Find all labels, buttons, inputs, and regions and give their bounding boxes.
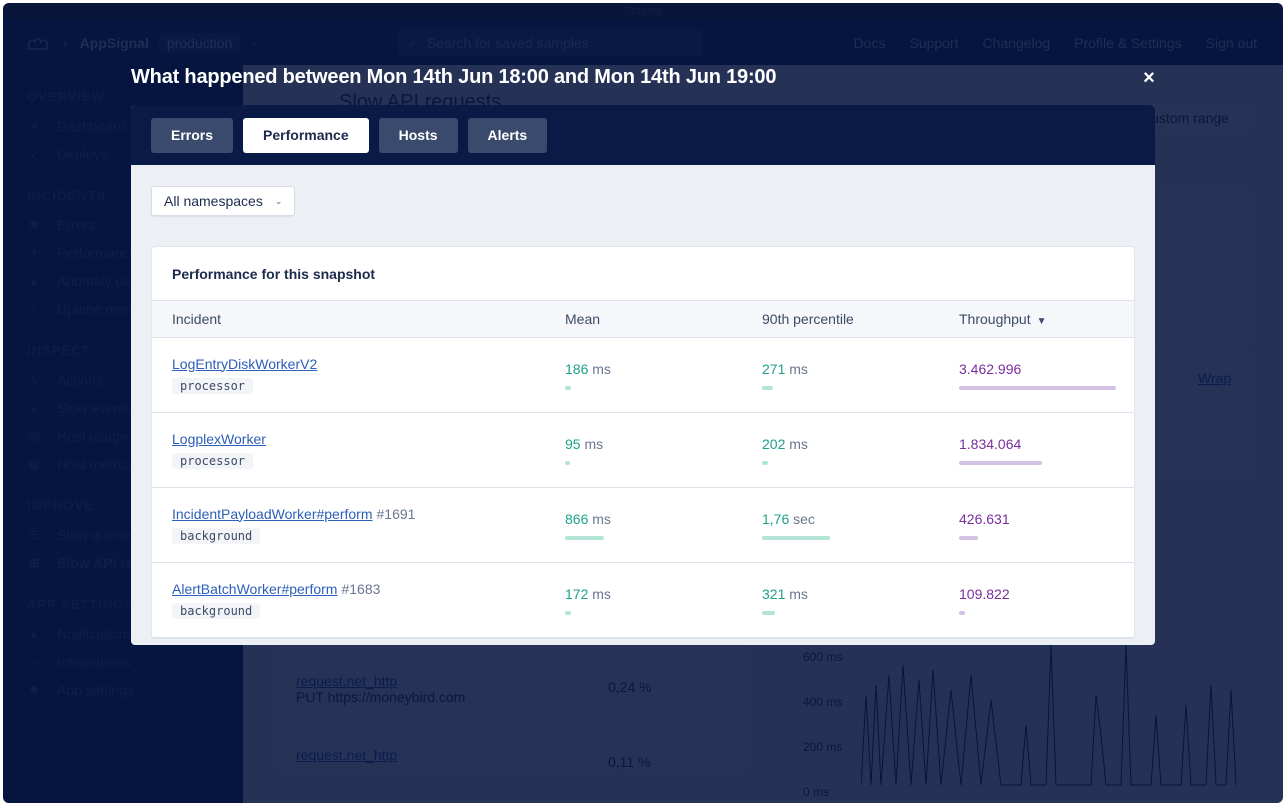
- table-row[interactable]: LogEntryDiskWorkerV2 processor 186 ms 271 m…: [152, 338, 1134, 413]
- throughput-value: 1.834.064: [959, 435, 1022, 452]
- mean-bar: [565, 460, 570, 465]
- namespace-tag: background: [172, 602, 261, 619]
- incident-number: #1691: [376, 505, 416, 522]
- column-mean[interactable]: Mean: [565, 311, 762, 327]
- throughput-bar-track: [959, 610, 1134, 615]
- mean-cell: 866 ms: [565, 511, 762, 540]
- p90-value: 271: [762, 360, 786, 377]
- table-row[interactable]: LogplexWorker processor 95 ms 202 ms 1.834.0…: [152, 413, 1134, 488]
- throughput-bar-track: [959, 460, 1134, 465]
- mean-unit: ms: [592, 585, 611, 602]
- throughput-bar: [959, 460, 1042, 465]
- table-row[interactable]: AlertBatchWorker#perform #1683 background 1…: [152, 563, 1134, 638]
- p90-bar: [762, 610, 775, 615]
- tab-errors[interactable]: Errors: [151, 117, 234, 153]
- tab-alerts[interactable]: Alerts: [467, 117, 548, 153]
- p90-bar-track: [762, 385, 959, 390]
- modal-tabs: Errors Performance Hosts Alerts: [131, 105, 1155, 165]
- mean-cell: 172 ms: [565, 586, 762, 615]
- p90-value: 202: [762, 435, 786, 452]
- column-p90[interactable]: 90th percentile: [762, 311, 959, 327]
- mean-bar: [565, 385, 571, 390]
- mean-cell: 95 ms: [565, 436, 762, 465]
- namespace-tag: processor: [172, 377, 254, 394]
- p90-cell: 202 ms: [762, 436, 959, 465]
- p90-bar-track: [762, 610, 959, 615]
- throughput-bar-track: [959, 385, 1134, 390]
- mean-bar: [565, 610, 571, 615]
- p90-bar-track: [762, 535, 959, 540]
- table-row[interactable]: IncidentPayloadWorker#perform #1691 backgr…: [152, 488, 1134, 563]
- column-incident[interactable]: Incident: [152, 311, 565, 327]
- incident-cell: LogplexWorker processor: [152, 431, 565, 470]
- incident-link[interactable]: LogEntryDiskWorkerV2: [172, 356, 317, 372]
- incident-number: #1683: [341, 580, 381, 597]
- mean-unit: ms: [584, 435, 604, 452]
- p90-cell: 321 ms: [762, 586, 959, 615]
- incident-cell: IncidentPayloadWorker#perform #1691 backgr…: [152, 506, 565, 545]
- namespace-select-value: All namespaces: [164, 193, 263, 209]
- mean-cell: 186 ms: [565, 361, 762, 390]
- p90-cell: 271 ms: [762, 361, 959, 390]
- card-title: Performance for this snapshot: [172, 265, 376, 282]
- throughput-value: 3.462.996: [959, 360, 1022, 377]
- throughput-cell: 1.834.064: [959, 436, 1134, 465]
- namespace-select[interactable]: All namespaces ⌄: [151, 186, 296, 216]
- column-throughput[interactable]: Throughput ▼: [959, 311, 1134, 327]
- throughput-bar: [959, 535, 978, 540]
- tab-performance[interactable]: Performance: [243, 117, 369, 153]
- mean-bar-track: [565, 460, 762, 465]
- incident-cell: LogEntryDiskWorkerV2 processor: [152, 356, 565, 395]
- throughput-bar: [959, 610, 965, 615]
- mean-unit: ms: [592, 510, 611, 527]
- chevron-down-icon: ⌄: [274, 195, 283, 206]
- throughput-bar-track: [959, 535, 1134, 540]
- mean-value: 95: [565, 435, 581, 452]
- namespace-tag: background: [172, 527, 261, 544]
- incident-link[interactable]: IncidentPayloadWorker#perform: [172, 506, 373, 522]
- namespace-tag: processor: [172, 452, 254, 469]
- close-icon[interactable]: ×: [1139, 68, 1159, 88]
- throughput-cell: 3.462.996: [959, 361, 1134, 390]
- mean-unit: ms: [592, 360, 611, 377]
- mean-bar-track: [565, 385, 762, 390]
- modal-title: What happened between Mon 14th Jun 18:00…: [131, 66, 777, 88]
- throughput-cell: 109.822: [959, 586, 1134, 615]
- mean-value: 866: [565, 510, 589, 527]
- throughput-value: 426.631: [959, 510, 1010, 527]
- p90-bar: [762, 460, 768, 465]
- mean-value: 186: [565, 360, 589, 377]
- p90-unit: sec: [793, 510, 815, 527]
- mean-bar-track: [565, 610, 762, 615]
- tab-hosts[interactable]: Hosts: [378, 117, 458, 153]
- throughput-value: 109.822: [959, 585, 1010, 602]
- table-header: Incident Mean 90th percentile Throughput…: [152, 300, 1134, 338]
- modal-body: All namespaces ⌄ Performance for this sn…: [131, 165, 1155, 645]
- p90-cell: 1,76 sec: [762, 511, 959, 540]
- mean-bar-track: [565, 535, 762, 540]
- p90-bar: [762, 385, 773, 390]
- column-throughput-label: Throughput: [959, 311, 1031, 327]
- p90-bar-track: [762, 460, 959, 465]
- mean-value: 172: [565, 585, 589, 602]
- snapshot-modal: Errors Performance Hosts Alerts All name…: [131, 105, 1155, 645]
- p90-value: 1,76: [762, 510, 790, 527]
- p90-unit: ms: [789, 585, 808, 602]
- incident-cell: AlertBatchWorker#perform #1683 background: [152, 581, 565, 620]
- mean-bar: [565, 535, 604, 540]
- p90-value: 321: [762, 585, 786, 602]
- throughput-bar: [959, 385, 1116, 390]
- table-body: LogEntryDiskWorkerV2 processor 186 ms 271 m…: [152, 338, 1134, 638]
- incident-link[interactable]: LogplexWorker: [172, 431, 266, 447]
- performance-card: Performance for this snapshot Incident M…: [151, 246, 1135, 639]
- p90-bar: [762, 535, 830, 540]
- p90-unit: ms: [789, 435, 808, 452]
- throughput-cell: 426.631: [959, 511, 1134, 540]
- incident-link[interactable]: AlertBatchWorker#perform: [172, 581, 337, 597]
- sort-chevron-down-icon: ▼: [1036, 316, 1047, 327]
- p90-unit: ms: [789, 360, 808, 377]
